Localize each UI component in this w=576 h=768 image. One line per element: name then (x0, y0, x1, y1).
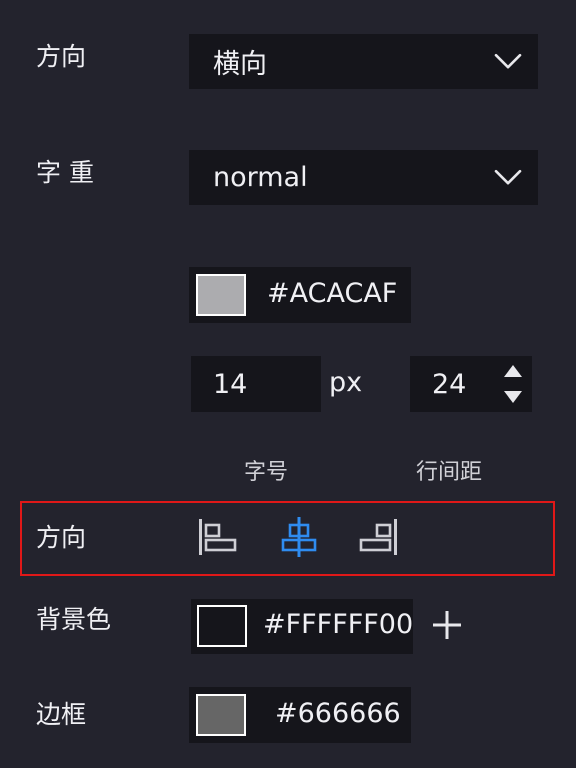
border-color-swatch[interactable] (196, 694, 246, 736)
stepper-up-icon[interactable] (503, 364, 523, 378)
direction-select-value: 横向 (213, 49, 267, 80)
border-color-picker[interactable]: #666666 (189, 687, 411, 743)
chevron-down-icon[interactable] (494, 53, 522, 69)
border-color-label: 边框 (36, 700, 87, 729)
font-color-swatch[interactable] (196, 274, 246, 316)
direction-select[interactable]: 横向 (189, 34, 538, 89)
direction-label: 方向 (36, 42, 87, 71)
font-size-caption: 字号 (244, 460, 289, 485)
chevron-down-icon[interactable] (494, 169, 522, 185)
background-color-label: 背景色 (36, 605, 112, 634)
font-color-hex[interactable]: #ACACAF (267, 278, 397, 309)
background-color-hex[interactable]: #FFFFFF00 (263, 609, 413, 640)
font-weight-select-value: normal (213, 162, 308, 193)
font-weight-select[interactable]: normal (189, 150, 538, 205)
line-height-caption: 行间距 (416, 460, 483, 485)
font-color-picker[interactable]: #ACACAF (189, 267, 411, 323)
font-size-value: 14 (213, 368, 248, 400)
align-center-icon[interactable] (277, 515, 321, 559)
stepper-down-icon[interactable] (503, 390, 523, 404)
font-size-input[interactable]: 14 (191, 356, 321, 412)
line-height-value: 24 (432, 368, 467, 400)
border-color-hex[interactable]: #666666 (275, 698, 401, 729)
background-color-swatch[interactable] (197, 605, 247, 647)
font-size-unit: px (329, 367, 363, 398)
align-right-icon[interactable] (357, 515, 401, 559)
font-weight-label: 字 重 (36, 158, 94, 187)
line-height-stepper[interactable]: 24 (410, 356, 532, 412)
background-color-picker[interactable]: #FFFFFF00 (191, 599, 413, 654)
align-label: 方向 (36, 523, 87, 552)
align-left-icon[interactable] (195, 515, 239, 559)
add-icon[interactable] (432, 610, 462, 640)
